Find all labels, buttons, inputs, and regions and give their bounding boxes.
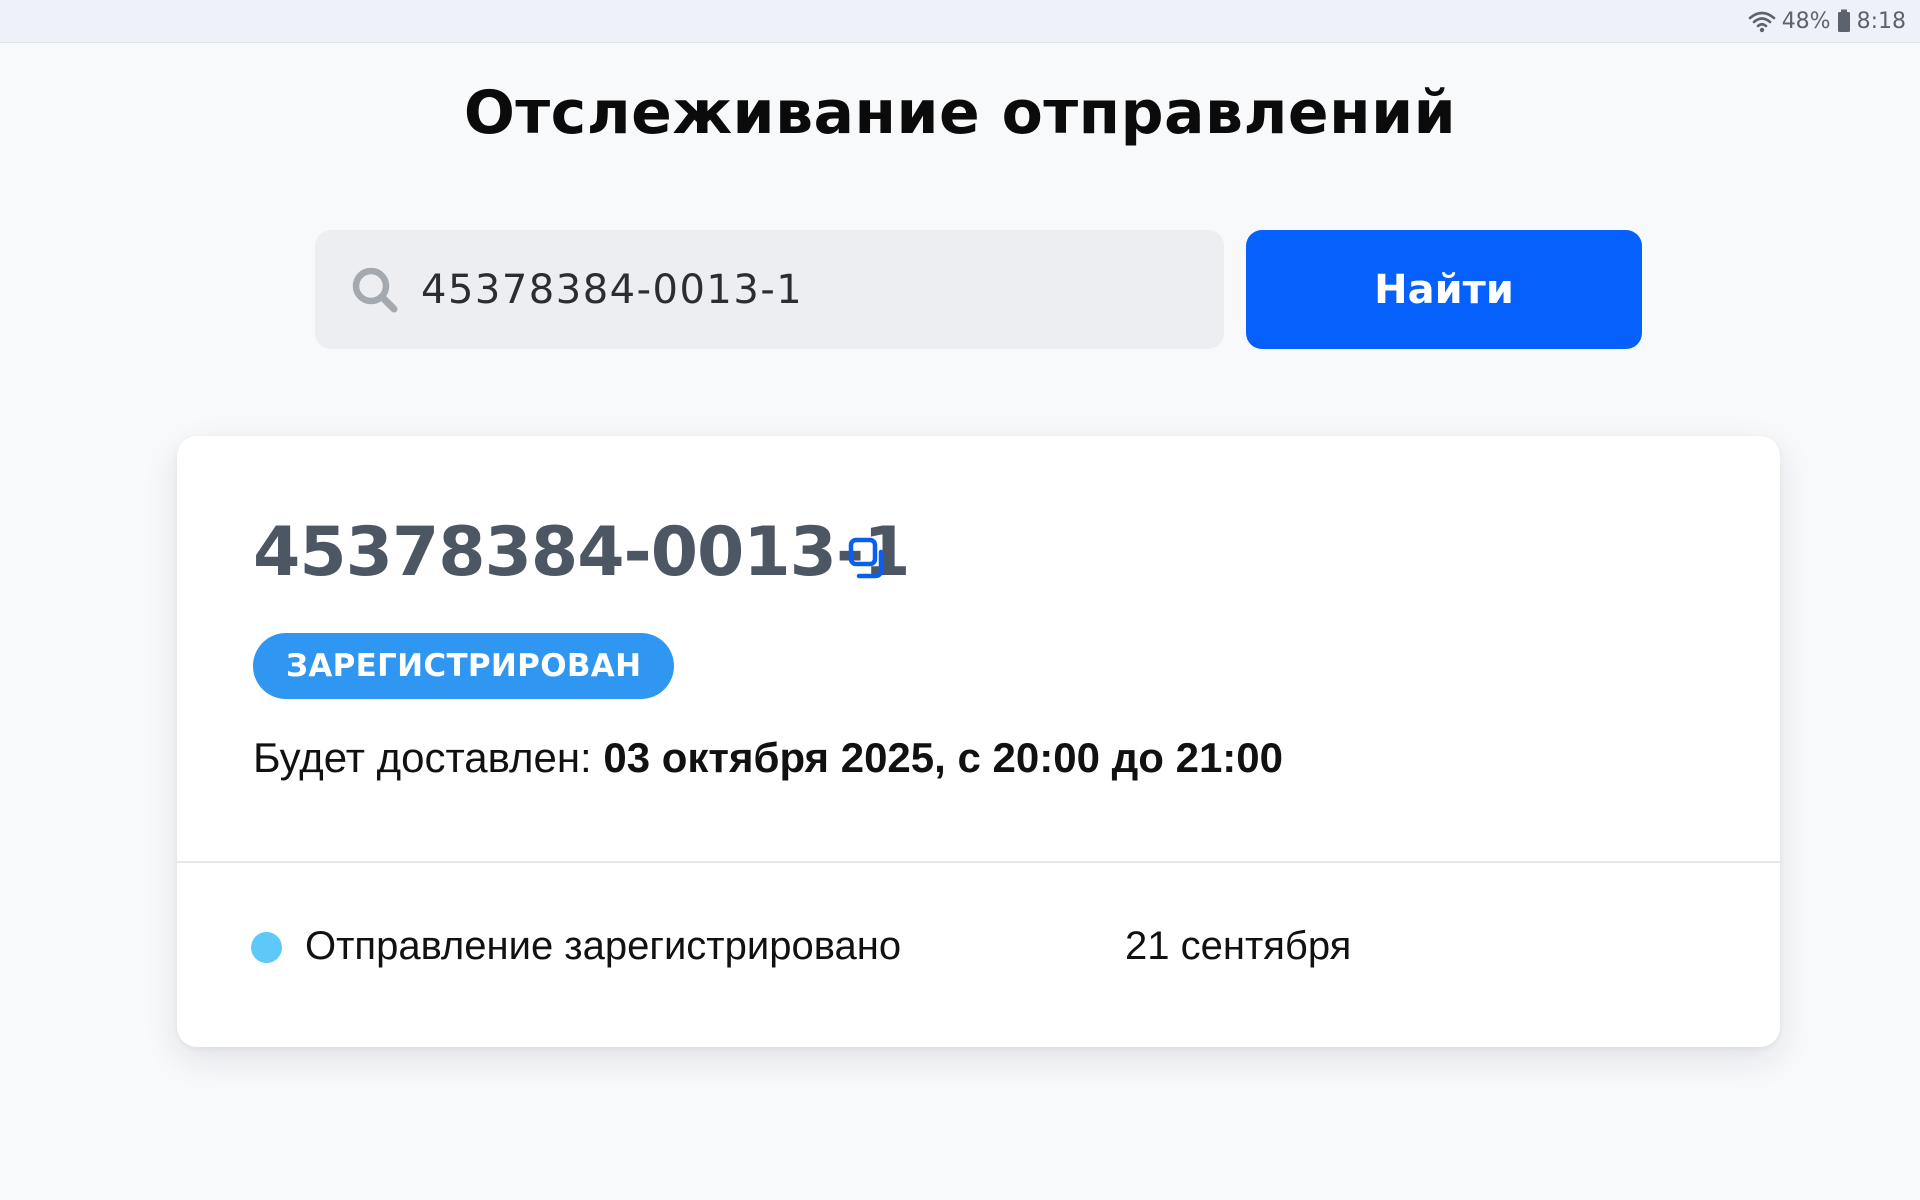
shipment-card: 45378384-0013-1 ЗАРЕГИСТРИРОВАН Будет до… (177, 436, 1780, 1047)
battery-icon (1837, 9, 1850, 32)
tracking-event: Отправление зарегистрировано 21 сентября (251, 916, 1651, 976)
page-title: Отслеживание отправлений (463, 78, 1457, 148)
event-date: 21 сентября (1125, 924, 1352, 968)
event-label: Отправление зарегистрировано (305, 924, 902, 968)
tracking-search-input[interactable] (421, 259, 1181, 320)
battery-percent: 48% (1781, 8, 1831, 34)
clock-time: 8:18 (1856, 8, 1906, 34)
status-badge: ЗАРЕГИСТРИРОВАН (253, 633, 675, 699)
delivery-label: Будет доставлен: (253, 734, 592, 781)
card-divider (177, 861, 1780, 863)
search-field[interactable] (315, 230, 1224, 349)
copy-icon (848, 537, 884, 579)
system-status-bar: 48% 8:18 (0, 0, 1920, 43)
copy-button[interactable] (843, 534, 891, 582)
tracking-number: 45378384-0013-1 (253, 513, 911, 592)
wifi-icon (1748, 11, 1775, 33)
search-icon (352, 267, 398, 312)
delivery-estimate: Будет доставлен: 03 октября 2025, с 20:0… (253, 734, 1283, 782)
delivery-window: 03 октября 2025, с 20:00 до 21:00 (603, 734, 1284, 781)
event-status-dot (251, 932, 282, 963)
find-button[interactable]: Найти (1246, 230, 1642, 349)
